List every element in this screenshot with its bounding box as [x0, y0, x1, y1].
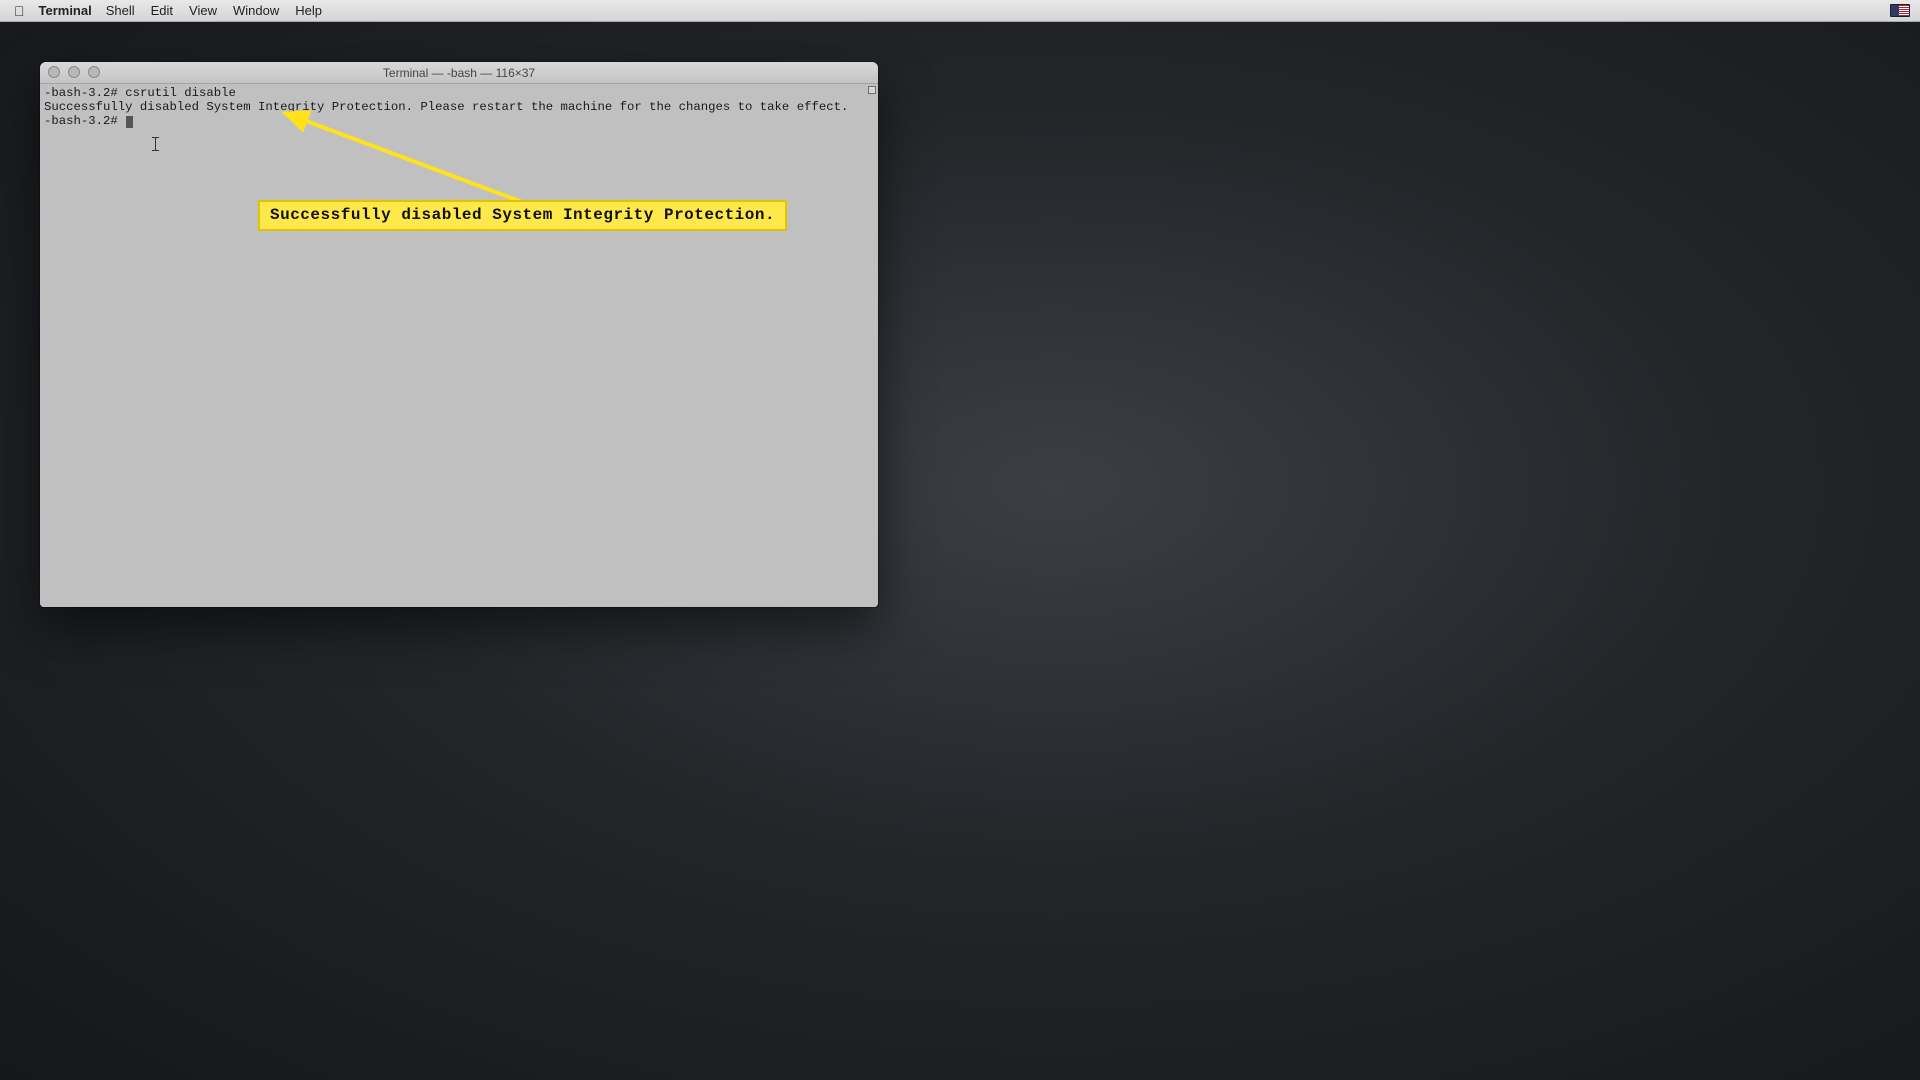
input-source-flag-icon[interactable] — [1890, 4, 1910, 17]
menu-shell[interactable]: Shell — [106, 3, 135, 18]
close-button[interactable] — [48, 66, 60, 78]
terminal-viewport[interactable]: -bash-3.2# csrutil disable Successfully … — [40, 84, 878, 607]
cursor-block-icon — [126, 116, 133, 128]
terminal-output[interactable]: -bash-3.2# csrutil disable Successfully … — [44, 86, 864, 128]
menu-edit[interactable]: Edit — [151, 3, 173, 18]
app-menu[interactable]: Terminal — [39, 3, 92, 18]
apple-menu-icon[interactable]:  — [14, 3, 25, 19]
menu-view[interactable]: View — [189, 3, 217, 18]
prompt: -bash-3.2# — [44, 114, 118, 128]
zoom-button[interactable] — [88, 66, 100, 78]
window-titlebar[interactable]: Terminal — -bash — 116×37 — [40, 62, 878, 84]
scroll-indicator[interactable] — [868, 86, 876, 94]
window-controls — [48, 66, 100, 78]
prompt: -bash-3.2# — [44, 86, 118, 100]
window-title: Terminal — -bash — 116×37 — [383, 66, 535, 80]
minimize-button[interactable] — [68, 66, 80, 78]
terminal-window[interactable]: Terminal — -bash — 116×37 -bash-3.2# csr… — [40, 62, 878, 607]
menu-help[interactable]: Help — [295, 3, 322, 18]
output-line: Successfully disabled System Integrity P… — [44, 100, 848, 114]
text-caret-icon — [155, 137, 156, 151]
menu-window[interactable]: Window — [233, 3, 279, 18]
menubar:  Terminal Shell Edit View Window Help — [0, 0, 1920, 22]
command-text: csrutil disable — [125, 86, 236, 100]
